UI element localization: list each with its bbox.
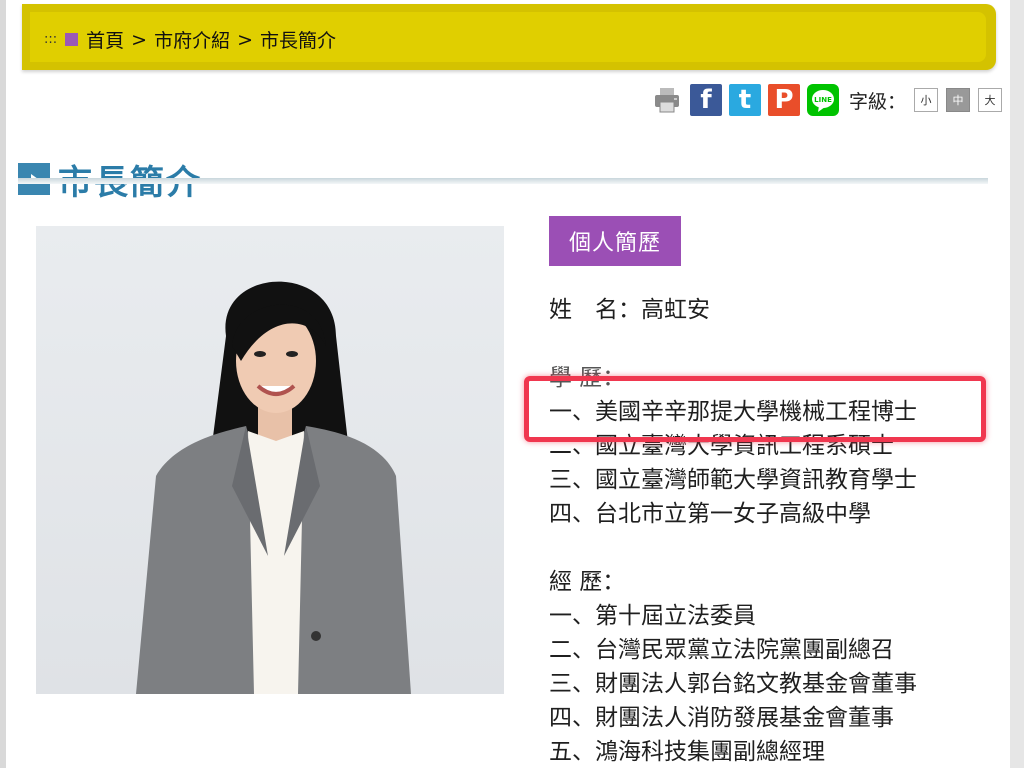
breadcrumb-separator: > — [237, 28, 254, 51]
title-divider — [18, 178, 988, 184]
experience-item: 一、第十屆立法委員 — [549, 603, 756, 629]
plurk-icon[interactable]: P — [767, 84, 800, 116]
svg-text:LINE: LINE — [814, 96, 832, 104]
name-row: 姓 名：高虹安 — [549, 297, 710, 323]
share-toolbar: f t P LINE 字級： 小 中 大 — [644, 84, 1002, 116]
education-item: 四、台北市立第一女子高級中學 — [549, 501, 871, 527]
window-frame-right — [1010, 0, 1024, 768]
line-icon[interactable]: LINE — [806, 84, 839, 116]
breadcrumb: ::: 首頁 > 市府介紹 > 市長簡介 — [44, 26, 336, 53]
breadcrumb-separator: > — [131, 28, 148, 51]
breadcrumb-home-link[interactable]: 首頁 — [86, 26, 124, 53]
font-size-label: 字級： — [848, 90, 906, 113]
breadcrumb-dots: ::: — [44, 32, 58, 47]
experience-item: 四、財團法人消防發展基金會董事 — [549, 705, 894, 731]
facebook-icon[interactable]: f — [689, 84, 722, 116]
experience-item: 二、台灣民眾黨立法院黨團副總召 — [549, 637, 894, 663]
highlight-annotation-box — [524, 376, 986, 442]
window-frame-left — [0, 0, 6, 768]
print-icon[interactable] — [651, 84, 683, 116]
personal-resume-button[interactable]: 個人簡歷 — [549, 216, 681, 266]
font-size-large-button[interactable]: 大 — [978, 88, 1002, 112]
education-item: 三、國立臺灣師範大學資訊教育學士 — [549, 467, 917, 493]
experience-heading: 經 歷： — [549, 569, 626, 595]
mayor-portrait-photo — [36, 226, 504, 694]
font-size-small-button[interactable]: 小 — [914, 88, 938, 112]
experience-item: 三、財團法人郭台銘文教基金會董事 — [549, 671, 917, 697]
font-size-medium-button[interactable]: 中 — [946, 88, 970, 112]
twitter-icon[interactable]: t — [728, 84, 761, 116]
breadcrumb-square-icon — [65, 33, 79, 46]
experience-item: 五、鴻海科技集團副總經理 — [549, 739, 825, 765]
breadcrumb-current-page[interactable]: 市長簡介 — [260, 26, 336, 53]
profile-text: 姓 名：高虹安 學 歷： 一、美國辛辛那提大學機械工程博士 二、國立臺灣大學資訊… — [549, 293, 917, 769]
breadcrumb-city-intro-link[interactable]: 市府介紹 — [154, 26, 230, 53]
